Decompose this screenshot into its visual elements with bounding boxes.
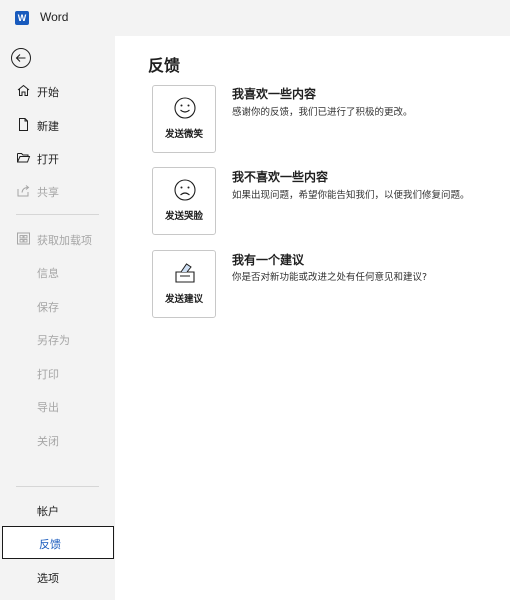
page-title: 反馈 [148, 56, 181, 75]
nav-feedback-label: 反馈 [39, 538, 61, 551]
feedback-panel: 反馈 发送微笑 我喜欢一些内容 感谢你的反馈，我们已进行了积极的更改。 发送哭脸… [115, 36, 510, 600]
nav-save-as[interactable]: 另存为 [0, 322, 115, 355]
nav-export[interactable]: 导出 [0, 389, 115, 422]
feedback-suggestion-heading: 我有一个建议 [232, 253, 305, 267]
nav-print[interactable]: 打印 [0, 356, 115, 389]
nav-home-label: 开始 [37, 86, 59, 99]
nav-account-label: 帐户 [37, 505, 59, 518]
feedback-dislike-heading: 我不喜欢一些内容 [232, 170, 329, 184]
send-frown-label: 发送哭脸 [164, 211, 203, 222]
nav-open-label: 打开 [37, 153, 59, 166]
nav-account[interactable]: 帐户 [0, 493, 115, 526]
nav-new[interactable]: 新建 [0, 108, 115, 141]
nav-options-label: 选项 [37, 572, 59, 585]
nav-get-addins-label: 获取加载项 [37, 234, 92, 247]
add-ins-icon [17, 232, 30, 245]
sidebar-divider-bottom [16, 486, 99, 487]
feedback-like-heading: 我喜欢一些内容 [232, 87, 317, 101]
nav-get-addins[interactable]: 获取加载项 [0, 222, 115, 255]
sidebar-divider [16, 214, 99, 215]
home-icon [17, 84, 30, 96]
nav-open[interactable]: 打开 [0, 141, 115, 174]
nav-close[interactable]: 关闭 [0, 423, 115, 456]
nav-print-label: 打印 [37, 368, 59, 381]
nav-options[interactable]: 选项 [0, 560, 115, 593]
nav-info[interactable]: 信息 [0, 255, 115, 288]
nav-new-label: 新建 [37, 120, 59, 133]
suggestion-box-icon [175, 263, 195, 283]
nav-share[interactable]: 共享 [0, 174, 115, 207]
back-arrow-icon[interactable] [10, 47, 32, 69]
nav-save-as-label: 另存为 [37, 334, 70, 347]
nav-share-label: 共享 [37, 186, 59, 199]
nav-save[interactable]: 保存 [0, 289, 115, 322]
title-bar: W Word [0, 0, 510, 36]
backstage-sidebar: 开始 新建 打开 共享 获取加载项 信息 保存 另存为 打印 导出 关闭 帐户 … [0, 36, 115, 600]
nav-home[interactable]: 开始 [0, 74, 115, 107]
send-smile-button[interactable]: 发送微笑 [152, 85, 216, 153]
frown-face-icon [174, 179, 196, 201]
app-name: Word [40, 10, 69, 24]
share-icon [17, 185, 30, 197]
feedback-like-description: 感谢你的反馈，我们已进行了积极的更改。 [232, 107, 413, 118]
nav-save-label: 保存 [37, 301, 59, 314]
send-smile-label: 发送微笑 [164, 129, 203, 140]
nav-export-label: 导出 [37, 401, 59, 414]
nav-feedback[interactable]: 反馈 [2, 526, 114, 559]
send-suggestion-button[interactable]: 发送建议 [152, 250, 216, 318]
nav-info-label: 信息 [37, 267, 59, 280]
feedback-suggestion-description: 你是否对新功能或改进之处有任何意见和建议? [232, 272, 428, 283]
folder-open-icon [17, 153, 31, 163]
send-suggestion-label: 发送建议 [164, 294, 203, 305]
feedback-dislike-description: 如果出现问题，希望你能告知我们，以便我们修复问题。 [232, 190, 470, 201]
nav-close-label: 关闭 [37, 435, 59, 448]
send-frown-button[interactable]: 发送哭脸 [152, 167, 216, 235]
word-logo-icon: W [15, 11, 29, 25]
new-document-icon [19, 118, 28, 131]
smile-face-icon [174, 97, 196, 119]
